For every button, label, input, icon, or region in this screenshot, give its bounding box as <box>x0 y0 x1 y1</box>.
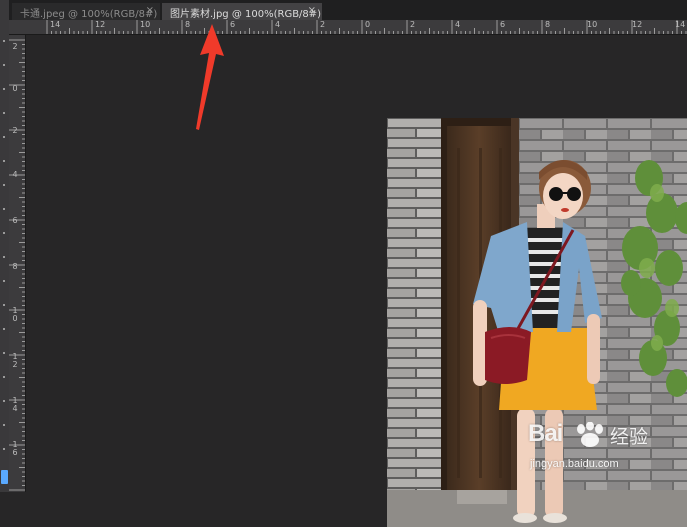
tool-dot <box>3 232 5 234</box>
ruler-label: 8 <box>12 262 18 271</box>
ruler-label: 2 <box>12 42 18 51</box>
tool-dot <box>3 184 5 186</box>
ruler-label: 2 <box>12 126 18 135</box>
ruler-label: 14 <box>50 20 61 29</box>
ruler-label: 6 <box>12 216 18 225</box>
watermark-url: jingyan.baidu.com <box>530 458 619 470</box>
ruler-label: 6 <box>230 20 236 29</box>
active-tool-indicator[interactable] <box>1 470 8 484</box>
tool-dot <box>3 64 5 66</box>
ruler-origin[interactable] <box>9 20 26 35</box>
tool-dot <box>3 88 5 90</box>
ruler-label: 12 <box>632 20 643 29</box>
tool-dot <box>3 328 5 330</box>
tool-dot <box>3 208 5 210</box>
tool-dot <box>3 280 5 282</box>
paw-icon <box>577 422 603 447</box>
annotation-arrow <box>196 24 224 130</box>
watermark-brand: Bai <box>528 420 563 447</box>
tool-dot <box>3 40 5 42</box>
tool-dot <box>3 376 5 378</box>
ruler-label: 16 <box>12 440 18 457</box>
ruler-label: 2 <box>320 20 326 29</box>
horizontal-ruler[interactable]: 14 12 10 8 6 4 2 0 2 4 6 8 10 12 14 <box>25 20 687 35</box>
close-icon[interactable]: × <box>146 5 154 16</box>
ruler-label: 14 <box>675 20 686 29</box>
close-icon[interactable]: × <box>308 5 316 16</box>
tool-dot <box>3 448 5 450</box>
ruler-label: 4 <box>12 170 18 179</box>
tab-label: 卡通.jpeg @ 100%(RGB/8#) <box>20 9 158 20</box>
tool-dot <box>3 136 5 138</box>
document-tab-bar: 卡通.jpeg @ 100%(RGB/8#) × 图片素材.jpg @ 100%… <box>9 0 687 21</box>
tool-dot <box>3 112 5 114</box>
document-tab-image-material[interactable]: 图片素材.jpg @ 100%(RGB/8#) × <box>162 3 322 20</box>
tool-dot <box>3 256 5 258</box>
ruler-label: 6 <box>500 20 506 29</box>
ruler-label: 10 <box>587 20 598 29</box>
tool-dot <box>3 424 5 426</box>
ruler-label: 14 <box>12 396 18 413</box>
ruler-label: 0 <box>12 84 18 93</box>
baidu-jingyan-watermark: Bai 经验 jingyan.baidu.com <box>528 420 687 480</box>
ruler-label: 2 <box>410 20 416 29</box>
ruler-label: 10 <box>12 306 18 323</box>
ruler-label: 8 <box>545 20 551 29</box>
ruler-label: 10 <box>140 20 151 29</box>
tool-dot <box>3 400 5 402</box>
watermark-chinese: 经验 <box>610 426 649 448</box>
vertical-ruler[interactable]: 2 0 2 4 6 8 10 12 14 16 <box>9 35 26 492</box>
tool-dot <box>3 352 5 354</box>
tool-dot <box>3 304 5 306</box>
ruler-label: 0 <box>365 20 371 29</box>
document-tab-cartoon[interactable]: 卡通.jpeg @ 100%(RGB/8#) × <box>12 3 160 20</box>
ruler-label: 12 <box>95 20 106 29</box>
ruler-label: 4 <box>455 20 461 29</box>
tool-dot <box>3 160 5 162</box>
ruler-label: 12 <box>12 352 18 369</box>
ruler-label: 4 <box>275 20 281 29</box>
